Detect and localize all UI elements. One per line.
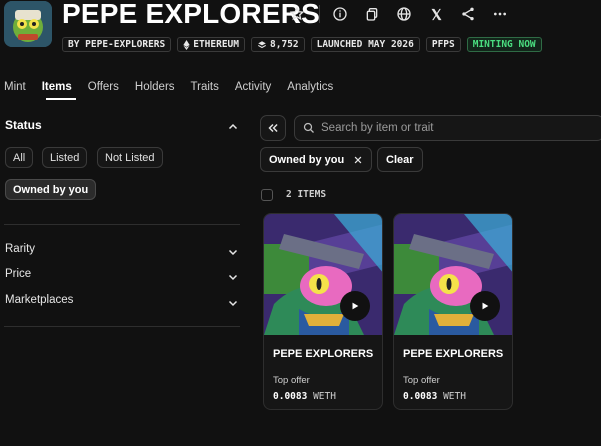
collection-chips: BY PEPE-EXPLORERS ETHEREUM 8,752 LAUNCHE… — [62, 37, 542, 52]
select-all-checkbox[interactable] — [261, 189, 273, 201]
status-badge: MINTING NOW — [466, 37, 542, 52]
play-icon — [352, 302, 359, 310]
layers-icon — [257, 40, 267, 48]
chevron-down-icon[interactable] — [227, 296, 239, 308]
search-icon — [303, 122, 314, 133]
top-offer-value: 0.0083 WETH — [273, 391, 336, 402]
ethereum-icon — [183, 39, 190, 50]
status-listed-button[interactable]: Listed — [42, 147, 88, 168]
status-not-listed-button[interactable]: Not Listed — [97, 147, 163, 168]
sidebar-divider — [4, 224, 240, 225]
chevron-up-icon[interactable] — [227, 120, 239, 132]
collection-avatar — [4, 1, 52, 47]
share-icon[interactable] — [458, 4, 478, 24]
tab-bar: Mint Items Offers Holders Traits Activit… — [4, 81, 349, 93]
tab-items[interactable]: Items — [42, 81, 72, 93]
status-owned-button[interactable]: Owned by you — [5, 179, 97, 200]
sidebar-item-rarity[interactable]: Rarity — [5, 243, 35, 255]
sidebar-item-marketplaces[interactable]: Marketplaces — [5, 294, 73, 306]
search-input[interactable] — [321, 122, 581, 134]
top-offer-label: Top offer — [273, 375, 310, 386]
clear-filters-button[interactable]: Clear — [377, 147, 423, 172]
close-icon[interactable] — [353, 155, 363, 165]
status-all-button[interactable]: All — [5, 147, 34, 168]
chain-chip: ETHEREUM — [177, 37, 245, 52]
supply-chip: 8,752 — [251, 37, 305, 52]
more-icon[interactable] — [490, 4, 510, 24]
tab-holders[interactable]: Holders — [135, 81, 175, 93]
globe-icon[interactable] — [394, 4, 414, 24]
items-count: 2 ITEMS — [286, 189, 327, 200]
status-section-title[interactable]: Status — [5, 118, 42, 132]
sidebar-divider — [4, 326, 240, 327]
tab-mint[interactable]: Mint — [4, 81, 26, 93]
active-filter-chip[interactable]: Owned by you — [260, 147, 373, 172]
item-name: PEPE EXPLORERS — [273, 348, 374, 360]
clear-label: Clear — [386, 153, 414, 166]
item-card[interactable]: PEPE EXPLORERS Top offer 0.0083 WETH — [263, 213, 383, 410]
sidebar-item-price[interactable]: Price — [5, 268, 31, 280]
search-bar[interactable] — [294, 115, 601, 141]
chevron-down-icon[interactable] — [227, 270, 239, 282]
creator-chip[interactable]: BY PEPE-EXPLORERS — [62, 37, 172, 52]
info-icon[interactable] — [330, 4, 350, 24]
tab-analytics[interactable]: Analytics — [287, 81, 333, 93]
header-divider — [319, 5, 320, 23]
chevron-down-icon[interactable] — [227, 245, 239, 257]
double-chevron-left-icon — [268, 123, 278, 133]
collection-title: PEPE EXPLORERS — [62, 0, 320, 29]
play-button[interactable] — [340, 291, 370, 321]
tab-traits[interactable]: Traits — [191, 81, 219, 93]
top-offer-value: 0.0083 WETH — [403, 391, 466, 402]
tab-activity[interactable]: Activity — [235, 81, 271, 93]
collapse-sidebar-button[interactable] — [260, 115, 286, 141]
active-filter-label: Owned by you — [269, 153, 345, 166]
star-icon[interactable] — [287, 4, 307, 24]
play-button[interactable] — [470, 291, 500, 321]
active-tab-indicator — [46, 98, 76, 100]
play-icon — [482, 302, 489, 310]
item-name: PEPE EXPLORERS — [403, 348, 504, 360]
copy-icon[interactable] — [362, 4, 382, 24]
tab-offers[interactable]: Offers — [88, 81, 119, 93]
top-offer-label: Top offer — [403, 375, 440, 386]
launched-chip: LAUNCHED MAY 2026 — [310, 37, 420, 52]
item-card[interactable]: PEPE EXPLORERS Top offer 0.0083 WETH — [393, 213, 513, 410]
type-chip: PFPS — [425, 37, 461, 52]
x-icon[interactable] — [426, 4, 446, 24]
